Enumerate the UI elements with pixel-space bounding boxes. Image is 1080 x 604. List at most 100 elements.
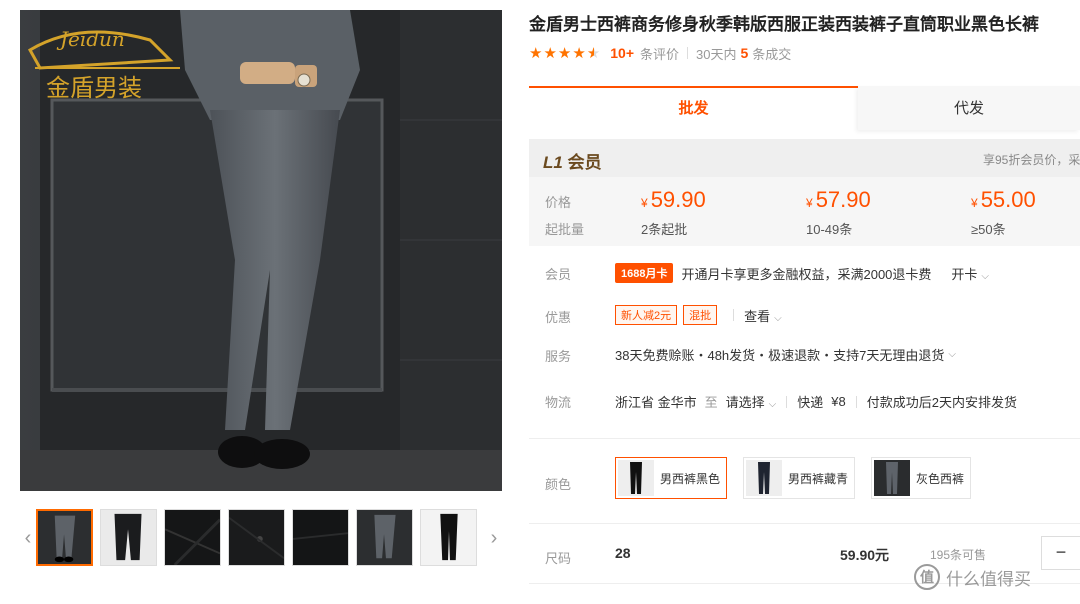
tier-qty: ≥50条 <box>971 222 1006 237</box>
product-photo: Jeidun 金盾男装 <box>20 10 502 491</box>
thumbnail-4[interactable] <box>228 509 285 566</box>
tier-price: 59.90 <box>650 187 706 212</box>
chevron-down-icon: ⌵ <box>981 270 990 282</box>
promo-row: 新人减2元 混批 查看 ⌵ <box>615 305 782 325</box>
price-tier-2: ¥57.90 10-49条 <box>806 187 936 238</box>
chevron-down-icon: ⌵ <box>768 399 777 410</box>
thumbnail-strip: ‹ › <box>20 508 502 568</box>
color-name: 男西裤黑色 <box>660 471 721 486</box>
thumbnail-6[interactable] <box>356 509 413 566</box>
express-fee: ¥8 <box>831 394 846 409</box>
divider <box>733 309 735 321</box>
tab-wholesale[interactable]: 批发 <box>529 86 858 130</box>
monthly-card-badge: 1688月卡 <box>615 263 674 283</box>
color-swatch-image <box>746 460 782 496</box>
member-level-code: L1 <box>543 153 563 172</box>
sales-count: 5 <box>740 45 749 61</box>
logistics-row: 浙江省 金华市 至 请选择 ⌵ 快递 ¥8 付款成功后2天内安排发货 <box>615 392 1017 411</box>
ship-from: 浙江省 金华市 <box>615 395 697 410</box>
size-price: 59.90元 <box>840 547 890 563</box>
member-level: L1 会员 <box>543 148 602 173</box>
chevron-left-icon[interactable]: ‹ <box>20 508 36 568</box>
ship-to-word: 至 <box>704 395 718 410</box>
color-label: 颜色 <box>545 477 572 492</box>
thumbnail-3[interactable] <box>164 509 221 566</box>
mixed-batch-tag: 混批 <box>683 305 718 325</box>
destination-label: 请选择 <box>725 395 765 410</box>
color-option-navy[interactable]: 男西裤藏青 <box>743 457 856 499</box>
promo-row-label: 优惠 <box>545 310 572 325</box>
open-card-label: 开卡 <box>951 266 978 282</box>
tier-qty: 10-49条 <box>806 222 853 237</box>
logistics-row-label: 物流 <box>545 395 572 410</box>
size-stock: 195条可售 <box>930 548 987 562</box>
member-row: 1688月卡 开通月卡享更多金融权益，采满2000退卡费 开卡 ⌵ <box>615 263 989 283</box>
sales-prefix: 30天内 <box>696 46 737 62</box>
main-product-image[interactable]: Jeidun 金盾男装 <box>20 10 502 491</box>
thumbnail-5[interactable] <box>292 509 349 566</box>
star-icon: ★ <box>529 44 543 62</box>
tier-qty: 2条起批 <box>641 222 688 237</box>
chevron-down-icon: ⌵ <box>774 312 782 324</box>
service-row-label: 服务 <box>545 349 572 364</box>
min-order-label: 起批量 <box>545 222 585 237</box>
size-value: 28 <box>615 545 631 561</box>
tier-price: 55.00 <box>980 187 1036 212</box>
member-level-name: 会员 <box>567 153 602 172</box>
open-card-link[interactable]: 开卡 ⌵ <box>951 264 989 283</box>
divider <box>687 47 689 59</box>
color-name: 灰色西裤 <box>916 471 965 486</box>
logo-script: Jeidun <box>56 27 125 51</box>
section-divider <box>529 438 1080 439</box>
tab-dropship[interactable]: 代发 <box>858 86 1080 130</box>
review-count[interactable]: 10+ <box>610 45 634 61</box>
price-tier-3: ¥55.00 ≥50条 <box>971 187 1080 238</box>
section-divider <box>529 523 1080 524</box>
star-rating: ★ ★ ★ ★ ★ <box>529 46 600 61</box>
star-icon: ★ <box>557 44 572 62</box>
brand-overlay-text: 金盾男装 <box>46 74 142 102</box>
view-promos-label: 查看 <box>744 308 771 324</box>
new-user-discount-tag: 新人减2元 <box>615 305 678 325</box>
sales-suffix: 条成交 <box>752 46 792 62</box>
review-suffix[interactable]: 条评价 <box>640 44 679 63</box>
view-promos-link[interactable]: 查看 ⌵ <box>744 306 782 325</box>
tier-price: 57.90 <box>815 187 871 212</box>
chevron-down-icon: ⌵ <box>948 349 956 360</box>
star-half-icon: ★ <box>586 44 601 62</box>
express-label: 快递 <box>797 395 824 410</box>
purchase-tabs: 批发 代发 <box>529 86 1080 130</box>
destination-select[interactable]: 请选择 ⌵ <box>726 392 777 411</box>
star-icon: ★ <box>543 44 557 62</box>
size-label: 尺码 <box>545 551 572 566</box>
member-benefit-text: 开通月卡享更多金融权益，采满2000退卡费 <box>681 266 932 282</box>
currency-symbol: ¥ <box>971 196 978 210</box>
rating-row: ★ ★ ★ ★ ★ 10+ 条评价 30天内 5 条成交 <box>529 44 791 62</box>
color-option-grey[interactable]: 灰色西裤 <box>871 457 972 499</box>
price-tier-1: ¥59.90 2条起批 <box>641 187 771 238</box>
quantity-minus-button[interactable]: − <box>1041 536 1080 570</box>
product-title: 金盾男士西裤商务修身秋季韩版西服正装西装裤子直筒职业黑色长裤 <box>529 15 1039 34</box>
thumbnail-1[interactable] <box>36 509 93 566</box>
service-row[interactable]: 38天免费赊账・48h发货・极速退款・支持7天无理由退货 ⌵ <box>615 345 956 364</box>
site-watermark: 值 什么值得买 <box>914 564 1031 590</box>
color-swatch-image <box>874 460 910 496</box>
thumbnail-7[interactable] <box>420 509 477 566</box>
watermark-text: 什么值得买 <box>946 569 1031 589</box>
chevron-right-icon[interactable]: › <box>486 508 502 568</box>
thumbnail-2[interactable] <box>100 509 157 566</box>
currency-symbol: ¥ <box>806 196 813 210</box>
price-label: 价格 <box>545 195 572 210</box>
member-note: 享95折会员价，采 <box>983 153 1080 167</box>
price-panel: L1 会员 享95折会员价，采 价格 起批量 ¥59.90 2条起批 ¥57.9… <box>529 139 1080 246</box>
divider <box>855 395 857 408</box>
color-swatch-image <box>618 460 654 496</box>
color-option-black[interactable]: 男西裤黑色 <box>615 457 728 499</box>
currency-symbol: ¥ <box>641 196 648 210</box>
watermark-logo-icon: 值 <box>914 564 940 590</box>
ship-note: 付款成功后2天内安排发货 <box>866 395 1017 410</box>
service-text: 38天免费赊账・48h发货・极速退款・支持7天无理由退货 <box>615 348 945 363</box>
color-name: 男西裤藏青 <box>788 471 849 486</box>
member-bar: L1 会员 享95折会员价，采 <box>529 139 1080 177</box>
divider <box>786 395 788 408</box>
